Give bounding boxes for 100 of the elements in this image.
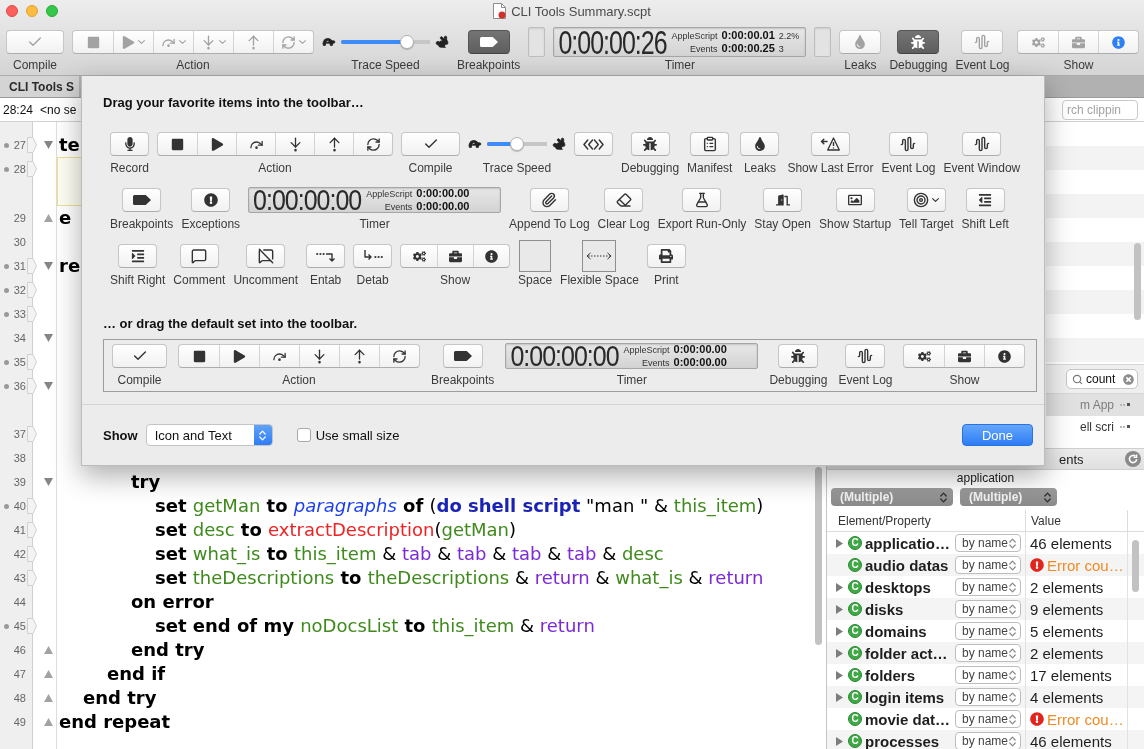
access-popup[interactable]: by name — [955, 688, 1021, 706]
table-row[interactable]: C disks by name 9 elements — [827, 598, 1144, 620]
event-log-button[interactable] — [889, 132, 928, 156]
append-to-log-button[interactable] — [529, 188, 569, 212]
space-box[interactable] — [519, 240, 552, 272]
show-last-error-button[interactable] — [810, 132, 850, 156]
zoom-button[interactable] — [46, 5, 58, 17]
disclosure-triangle-icon[interactable] — [836, 582, 843, 592]
scrollbar-thumb[interactable] — [815, 467, 822, 645]
disclosure-triangle-icon[interactable] — [836, 604, 843, 614]
print-button[interactable] — [646, 244, 686, 268]
column-header[interactable]: Element/Property — [827, 510, 1026, 531]
clear-icon[interactable] — [1123, 373, 1134, 385]
access-popup[interactable]: by name — [955, 732, 1021, 749]
stay-open-button[interactable] — [763, 188, 803, 212]
slider-thumb[interactable] — [399, 35, 414, 49]
shift-left-button[interactable] — [965, 188, 1005, 212]
tab-marker-icon[interactable] — [27, 378, 37, 394]
tab[interactable]: CLI Tools S — [0, 76, 79, 97]
refresh-icon — [392, 348, 407, 364]
tell-target-button[interactable] — [906, 188, 946, 212]
table-row[interactable]: C audio datas by name Error cou… — [827, 554, 1144, 576]
close-button[interactable] — [6, 5, 18, 17]
entab-button[interactable] — [306, 244, 346, 268]
tab-marker-icon[interactable] — [27, 570, 37, 586]
tab-marker-icon[interactable] — [27, 137, 37, 153]
up-triangle-icon[interactable] — [43, 718, 53, 726]
event-window-button[interactable] — [962, 132, 1002, 156]
access-popup[interactable]: by name — [955, 578, 1021, 596]
disclosure-triangle-icon[interactable] — [836, 736, 843, 746]
tab-marker-icon[interactable] — [27, 258, 37, 274]
item-label: Uncomment — [233, 273, 299, 287]
shift-right-button[interactable] — [118, 244, 158, 268]
table-row[interactable]: C processes by name 46 elements — [827, 730, 1144, 749]
disclosure-triangle-icon[interactable] — [836, 626, 843, 636]
access-popup[interactable]: by name — [955, 644, 1021, 662]
tab-marker-icon[interactable] — [27, 618, 37, 634]
briefcase-icon — [1072, 35, 1086, 49]
table-row[interactable]: C login items by name 4 elements — [827, 686, 1144, 708]
column-header[interactable]: Value — [1026, 510, 1128, 531]
exceptions-button[interactable] — [191, 188, 231, 212]
handler-menu[interactable]: <no se — [40, 102, 77, 117]
access-popup[interactable]: by name — [955, 666, 1021, 684]
disclosure-triangle-icon[interactable] — [836, 648, 843, 658]
tab-marker-icon[interactable] — [27, 306, 37, 322]
access-popup[interactable]: by name — [955, 556, 1021, 574]
export-run-only-button[interactable] — [682, 188, 722, 212]
flexible-space-box[interactable] — [582, 240, 617, 272]
detab-button[interactable] — [353, 244, 393, 268]
tab-marker-icon[interactable] — [27, 282, 37, 298]
breakpoints-button[interactable] — [467, 30, 510, 54]
popup-arrows-icon — [253, 425, 272, 445]
filter-field[interactable]: count — [1066, 369, 1138, 389]
comment-button[interactable] — [179, 244, 219, 268]
disclosure-triangle-icon[interactable] — [836, 692, 843, 702]
manifest-button[interactable] — [690, 132, 730, 156]
access-popup[interactable]: by name — [955, 534, 1021, 552]
scrollbar-thumb[interactable] — [1132, 540, 1139, 592]
checkbox[interactable] — [296, 428, 311, 442]
exclamation-icon — [203, 193, 218, 207]
tab-marker-icon[interactable] — [27, 522, 37, 538]
compile-button[interactable] — [112, 344, 167, 368]
down-triangle-icon[interactable] — [43, 382, 53, 390]
table-row[interactable]: C folder act… by name 2 elements — [827, 642, 1144, 664]
scrollbar-thumb[interactable] — [1134, 243, 1141, 320]
access-popup[interactable]: by name — [955, 622, 1021, 640]
uncomment-button[interactable] — [246, 244, 286, 268]
show-popup[interactable]: Icon and Text — [145, 424, 273, 446]
item-label: Event Log — [955, 58, 1010, 72]
down-triangle-icon[interactable] — [43, 141, 53, 149]
up-triangle-icon[interactable] — [43, 214, 53, 222]
event-log-button[interactable] — [845, 344, 886, 368]
disclosure-triangle-icon[interactable] — [836, 670, 843, 680]
up-triangle-icon[interactable] — [43, 670, 53, 678]
up-triangle-icon[interactable] — [43, 694, 53, 702]
down-triangle-icon[interactable] — [43, 334, 53, 342]
slider-thumb[interactable] — [510, 137, 524, 151]
tab-marker-icon[interactable] — [27, 354, 37, 370]
rabbit-icon — [552, 137, 566, 151]
debugging-button[interactable] — [897, 30, 940, 54]
chevrons-button[interactable] — [574, 132, 613, 156]
leaks-button[interactable] — [740, 132, 780, 156]
tab-marker-icon[interactable] — [27, 426, 37, 442]
filter-input[interactable]: count — [1086, 372, 1120, 386]
tab-marker-icon[interactable] — [27, 498, 37, 514]
tab-marker-icon[interactable] — [27, 546, 37, 562]
search-field[interactable]: rch clippin — [1062, 99, 1138, 120]
access-popup[interactable]: by name — [955, 600, 1021, 618]
compile-button[interactable] — [401, 132, 460, 156]
clear-log-button[interactable] — [604, 188, 644, 212]
code-line: end if — [107, 662, 166, 686]
tab-marker-icon[interactable] — [27, 161, 37, 177]
down-triangle-icon[interactable] — [43, 262, 53, 270]
down-triangle-icon[interactable] — [43, 478, 53, 486]
access-popup[interactable]: by name — [955, 710, 1021, 728]
refresh-icon[interactable] — [1125, 451, 1141, 467]
disclosure-triangle-icon[interactable] — [836, 538, 843, 548]
record-button[interactable] — [110, 132, 149, 156]
show-startup-button[interactable] — [835, 188, 875, 212]
up-triangle-icon[interactable] — [43, 646, 53, 654]
